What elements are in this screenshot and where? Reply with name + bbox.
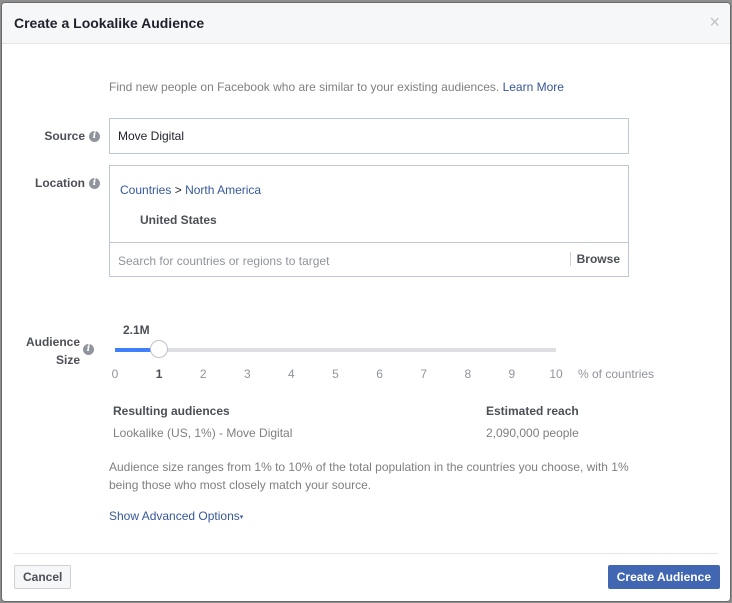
- learn-more-link[interactable]: Learn More: [503, 80, 564, 94]
- audience-size-label: Audience Size: [16, 333, 80, 369]
- location-label: Location i: [22, 176, 100, 190]
- location-search-placeholder: Search for countries or regions to targe…: [118, 254, 330, 268]
- intro-text: Find new people on Facebook who are simi…: [109, 80, 564, 94]
- source-value: Move Digital: [118, 129, 185, 143]
- audience-size-note: Audience size ranges from 1% to 10% of t…: [109, 460, 629, 492]
- slider-tick: 7: [420, 367, 428, 381]
- info-icon[interactable]: i: [89, 131, 100, 143]
- slider-tick: 5: [332, 367, 339, 381]
- footer-divider: [14, 553, 718, 554]
- info-icon[interactable]: i: [89, 178, 100, 190]
- cancel-button[interactable]: Cancel: [14, 565, 72, 589]
- location-search-input[interactable]: Search for countries or regions to targe…: [110, 242, 628, 277]
- breadcrumb-separator: >: [174, 183, 182, 197]
- slider-tick: 9: [508, 367, 516, 381]
- show-advanced-options-link[interactable]: Show Advanced Options▾: [109, 509, 243, 523]
- location-breadcrumb: Countries > North America: [120, 183, 261, 197]
- slider-tick: 2: [199, 367, 207, 381]
- create-audience-button[interactable]: Create Audience: [607, 565, 720, 589]
- browse-button[interactable]: Browse: [569, 252, 620, 266]
- selected-country[interactable]: United States: [140, 213, 217, 227]
- estimated-reach-header: Estimated reach: [486, 404, 579, 418]
- slider-tick: 4: [288, 367, 295, 381]
- slider-tick: 6: [376, 367, 383, 381]
- source-label: Source i: [22, 129, 100, 143]
- slider-tick: 3: [243, 367, 251, 381]
- slider-tick: 10: [549, 367, 563, 381]
- resulting-audiences-header: Resulting audiences: [113, 404, 230, 418]
- location-selector: Countries > North America United States …: [109, 165, 629, 277]
- resulting-audience-value: Lookalike (US, 1%) - Move Digital: [113, 426, 293, 440]
- slider-tick: 1: [155, 367, 163, 381]
- slider-value-label: 2.1M: [123, 323, 150, 337]
- audience-size-label-line1: Audience: [25, 335, 80, 349]
- audience-size-label-line2: Size: [55, 353, 80, 367]
- estimated-reach-value: 2,090,000 people: [486, 426, 579, 440]
- source-label-text: Source: [44, 129, 85, 143]
- intro-description: Find new people on Facebook who are simi…: [109, 80, 500, 94]
- caret-down-icon: ▾: [239, 513, 244, 521]
- dialog-header: Create a Lookalike Audience ×: [2, 3, 730, 44]
- close-icon[interactable]: ×: [709, 13, 720, 31]
- slider-handle[interactable]: [150, 340, 169, 358]
- breadcrumb-countries[interactable]: Countries: [120, 183, 171, 197]
- location-label-text: Location: [35, 176, 85, 190]
- slider-unit: % of countries: [578, 367, 655, 381]
- dialog-title: Create a Lookalike Audience: [14, 15, 205, 31]
- lookalike-dialog: Create a Lookalike Audience × Find new p…: [2, 3, 730, 601]
- audience-size-slider[interactable]: [115, 340, 556, 358]
- advanced-options-label: Show Advanced Options: [109, 509, 240, 523]
- slider-tick: 8: [464, 367, 472, 381]
- slider-tick: 0: [111, 367, 119, 381]
- info-icon[interactable]: i: [83, 344, 94, 355]
- breadcrumb-north-america[interactable]: North America: [185, 183, 261, 197]
- source-input[interactable]: Move Digital: [109, 118, 629, 154]
